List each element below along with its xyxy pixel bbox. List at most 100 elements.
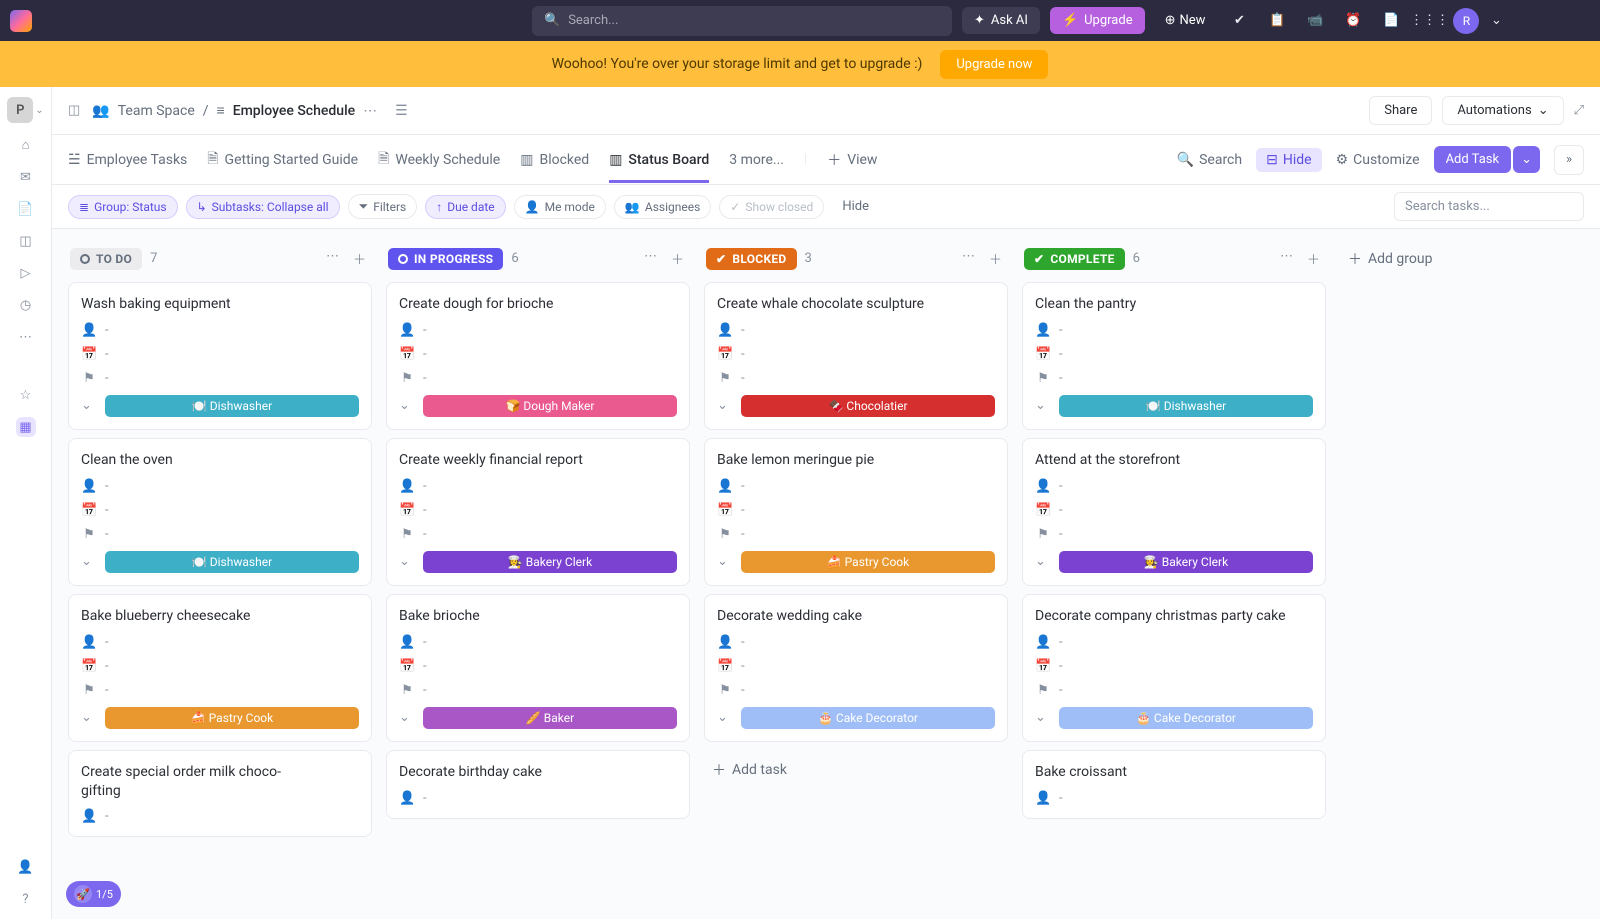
clipboard-icon[interactable]: 📋	[1263, 7, 1291, 35]
column-more-icon[interactable]: ⋯	[322, 247, 343, 270]
notepad-icon[interactable]: 📄	[1377, 7, 1405, 35]
me-mode-chip[interactable]: 👤Me mode	[514, 195, 606, 219]
role-tag[interactable]: 👩‍🍳 Bakery Clerk	[423, 551, 677, 573]
dropdown-icon[interactable]: ⌄	[81, 398, 97, 413]
priority-row[interactable]: ⚑-	[81, 371, 359, 386]
status-pill[interactable]: ✔COMPLETE	[1024, 248, 1125, 270]
clickup-logo[interactable]	[10, 10, 32, 32]
task-card[interactable]: Attend at the storefront👤-📅-⚑-⌄👩‍🍳 Baker…	[1022, 438, 1326, 586]
priority-row[interactable]: ⚑-	[399, 527, 677, 542]
column-add-icon[interactable]: ＋	[1303, 247, 1324, 270]
dropdown-icon[interactable]: ⌄	[399, 398, 415, 413]
show-closed-chip[interactable]: ✓Show closed	[719, 195, 824, 219]
task-card[interactable]: Create whale chocolate sculpture👤-📅-⚑-⌄🍫…	[704, 282, 1008, 430]
priority-row[interactable]: ⚑-	[81, 527, 359, 542]
date-row[interactable]: 📅-	[1035, 503, 1313, 518]
clips-icon[interactable]: ▷	[16, 263, 36, 283]
priority-row[interactable]: ⚑-	[81, 683, 359, 698]
docs-icon[interactable]: 📄	[16, 199, 36, 219]
priority-row[interactable]: ⚑-	[399, 683, 677, 698]
status-pill[interactable]: TO DO	[70, 248, 142, 270]
automations-button[interactable]: Automations ⌄	[1442, 96, 1563, 125]
assignee-row[interactable]: 👤-	[81, 479, 359, 494]
assignee-row[interactable]: 👤-	[399, 791, 677, 806]
dropdown-icon[interactable]: ⌄	[81, 710, 97, 725]
apps-grid-icon[interactable]: ⋮⋮⋮	[1415, 7, 1443, 35]
status-pill[interactable]: ✔BLOCKED	[706, 248, 797, 270]
hide-filters-button[interactable]: Hide	[842, 199, 869, 214]
tab-getting-started[interactable]: 🗎Getting Started Guide	[207, 134, 358, 186]
date-row[interactable]: 📅-	[717, 347, 995, 362]
status-pill[interactable]: IN PROGRESS	[388, 248, 503, 270]
priority-row[interactable]: ⚑-	[717, 683, 995, 698]
inbox-icon[interactable]: ✉	[16, 167, 36, 187]
column-more-icon[interactable]: ⋯	[1276, 247, 1297, 270]
breadcrumb-menu-icon[interactable]: ☰	[395, 103, 408, 119]
task-card[interactable]: Clean the pantry👤-📅-⚑-⌄🍽️ Dishwasher	[1022, 282, 1326, 430]
more-icon[interactable]: ⋯	[16, 327, 36, 347]
dashboards-icon[interactable]: ◫	[16, 231, 36, 251]
priority-row[interactable]: ⚑-	[399, 371, 677, 386]
dropdown-icon[interactable]: ⌄	[81, 554, 97, 569]
task-card[interactable]: Create dough for brioche👤-📅-⚑-⌄🍞 Dough M…	[386, 282, 690, 430]
assignee-row[interactable]: 👤-	[1035, 479, 1313, 494]
new-button[interactable]: ⊕ New	[1155, 7, 1216, 34]
assignee-row[interactable]: 👤-	[1035, 791, 1313, 806]
workspace-badge[interactable]: P	[7, 97, 33, 123]
breadcrumb-more-icon[interactable]: ⋯	[363, 103, 377, 119]
role-tag[interactable]: 🍫 Chocolatier	[741, 395, 995, 417]
user-avatar[interactable]: R	[1453, 8, 1479, 34]
upgrade-button[interactable]: ⚡ Upgrade	[1050, 7, 1145, 34]
dropdown-icon[interactable]: ⌄	[1035, 398, 1051, 413]
group-chip[interactable]: ≣Group: Status	[68, 195, 178, 219]
column-more-icon[interactable]: ⋯	[958, 247, 979, 270]
expand-icon[interactable]: ⤢	[1574, 103, 1584, 118]
chevron-down-icon[interactable]: ⌄	[35, 105, 43, 116]
role-tag[interactable]: 🍽️ Dishwasher	[1059, 395, 1313, 417]
assignee-row[interactable]: 👤-	[717, 635, 995, 650]
chevron-down-icon[interactable]: ⌄	[1489, 7, 1503, 35]
add-task-row[interactable]: ＋Add task	[704, 750, 1008, 790]
date-row[interactable]: 📅-	[717, 503, 995, 518]
home-icon[interactable]: ⌂	[16, 135, 36, 155]
role-tag[interactable]: 🍰 Pastry Cook	[105, 707, 359, 729]
tab-more[interactable]: 3 more...	[729, 138, 784, 182]
dropdown-icon[interactable]: ⌄	[717, 710, 733, 725]
date-row[interactable]: 📅-	[81, 503, 359, 518]
role-tag[interactable]: 🍰 Pastry Cook	[741, 551, 995, 573]
task-card[interactable]: Bake brioche👤-📅-⚑-⌄🥖 Baker	[386, 594, 690, 742]
hide-action[interactable]: ⊟Hide	[1256, 148, 1321, 172]
spaces-icon[interactable]: ▦	[16, 417, 36, 437]
date-row[interactable]: 📅-	[717, 659, 995, 674]
task-card[interactable]: Decorate birthday cake👤-	[386, 750, 690, 819]
share-button[interactable]: Share	[1369, 96, 1432, 125]
priority-row[interactable]: ⚑-	[1035, 683, 1313, 698]
task-card[interactable]: Decorate company christmas party cake👤-📅…	[1022, 594, 1326, 742]
role-tag[interactable]: 🍽️ Dishwasher	[105, 551, 359, 573]
ask-ai-button[interactable]: ✦ Ask AI	[962, 7, 1040, 34]
filters-chip[interactable]: ⏷Filters	[348, 194, 418, 219]
add-task-button[interactable]: Add Task	[1434, 146, 1512, 173]
onboarding-progress[interactable]: 🚀 1/5	[66, 881, 121, 907]
dropdown-icon[interactable]: ⌄	[717, 554, 733, 569]
invite-icon[interactable]: 👤	[16, 857, 36, 877]
add-task-dropdown[interactable]: ⌄	[1513, 146, 1540, 173]
date-row[interactable]: 📅-	[81, 347, 359, 362]
task-card[interactable]: Create special order milk choco- gifting…	[68, 750, 372, 838]
role-tag[interactable]: 🎂 Cake Decorator	[1059, 707, 1313, 729]
priority-row[interactable]: ⚑-	[1035, 371, 1313, 386]
task-card[interactable]: Bake blueberry cheesecake👤-📅-⚑-⌄🍰 Pastry…	[68, 594, 372, 742]
tab-blocked[interactable]: ▥Blocked	[520, 138, 589, 182]
date-row[interactable]: 📅-	[1035, 659, 1313, 674]
assignee-row[interactable]: 👤-	[1035, 635, 1313, 650]
task-card[interactable]: Clean the oven👤-📅-⚑-⌄🍽️ Dishwasher	[68, 438, 372, 586]
add-group-button[interactable]: ＋Add group	[1340, 243, 1440, 275]
customize-action[interactable]: ⚙Customize	[1336, 152, 1420, 168]
column-add-icon[interactable]: ＋	[349, 247, 370, 270]
date-row[interactable]: 📅-	[81, 659, 359, 674]
collapse-views-button[interactable]: »	[1554, 145, 1584, 175]
search-action[interactable]: 🔍Search	[1177, 152, 1242, 168]
alarm-icon[interactable]: ⏰	[1339, 7, 1367, 35]
date-row[interactable]: 📅-	[399, 503, 677, 518]
dropdown-icon[interactable]: ⌄	[1035, 554, 1051, 569]
